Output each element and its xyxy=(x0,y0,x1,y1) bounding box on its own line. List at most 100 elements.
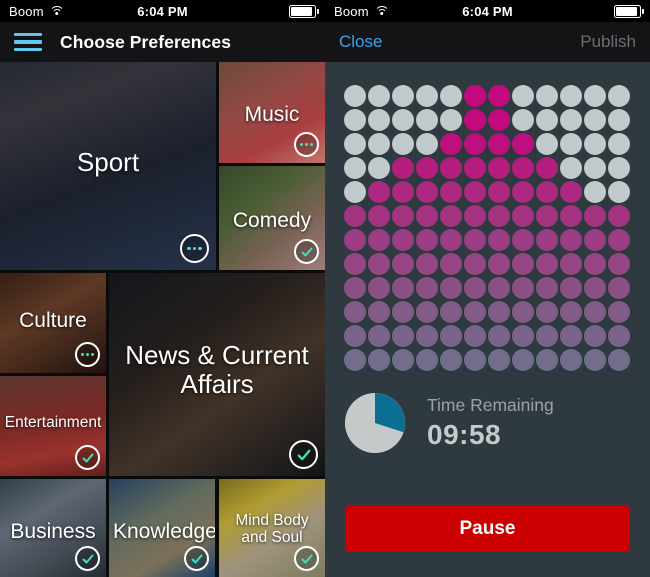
vote-dot[interactable] xyxy=(511,132,535,156)
vote-dot[interactable] xyxy=(583,252,607,276)
vote-dot[interactable] xyxy=(487,348,511,372)
vote-dot[interactable] xyxy=(511,156,535,180)
vote-dot[interactable] xyxy=(439,84,463,108)
vote-dot[interactable] xyxy=(367,108,391,132)
vote-dot[interactable] xyxy=(487,132,511,156)
vote-dot[interactable] xyxy=(535,324,559,348)
vote-dot[interactable] xyxy=(367,156,391,180)
vote-dot[interactable] xyxy=(511,252,535,276)
vote-dot[interactable] xyxy=(511,84,535,108)
vote-dot[interactable] xyxy=(463,276,487,300)
vote-dot[interactable] xyxy=(583,180,607,204)
vote-dot[interactable] xyxy=(559,204,583,228)
vote-dot[interactable] xyxy=(367,204,391,228)
vote-dot[interactable] xyxy=(559,276,583,300)
vote-dot[interactable] xyxy=(343,204,367,228)
vote-dot[interactable] xyxy=(415,252,439,276)
vote-dot[interactable] xyxy=(607,132,631,156)
vote-dot[interactable] xyxy=(415,156,439,180)
vote-dot[interactable] xyxy=(391,228,415,252)
hamburger-menu-icon[interactable] xyxy=(14,31,42,53)
vote-dot[interactable] xyxy=(439,132,463,156)
vote-dot[interactable] xyxy=(607,108,631,132)
vote-dot[interactable] xyxy=(463,252,487,276)
vote-dot[interactable] xyxy=(487,324,511,348)
vote-dot[interactable] xyxy=(415,300,439,324)
vote-dot[interactable] xyxy=(607,324,631,348)
vote-dot[interactable] xyxy=(343,348,367,372)
vote-dot[interactable] xyxy=(367,300,391,324)
vote-dot[interactable] xyxy=(535,228,559,252)
vote-dot[interactable] xyxy=(463,300,487,324)
vote-dot[interactable] xyxy=(463,84,487,108)
vote-dot[interactable] xyxy=(607,252,631,276)
vote-dot-grid[interactable] xyxy=(343,84,631,372)
vote-dot[interactable] xyxy=(391,204,415,228)
vote-dot[interactable] xyxy=(487,252,511,276)
preference-tile-business[interactable]: Business xyxy=(0,479,106,577)
vote-dot[interactable] xyxy=(559,84,583,108)
vote-dot[interactable] xyxy=(391,276,415,300)
vote-dot[interactable] xyxy=(559,156,583,180)
vote-dot[interactable] xyxy=(463,348,487,372)
ellipsis-badge-icon-music[interactable] xyxy=(294,132,319,157)
pause-button[interactable]: Pause xyxy=(345,505,630,552)
vote-dot[interactable] xyxy=(343,324,367,348)
vote-dot[interactable] xyxy=(535,156,559,180)
vote-dot[interactable] xyxy=(415,276,439,300)
vote-dot[interactable] xyxy=(463,156,487,180)
check-badge-icon-entertainment[interactable] xyxy=(75,445,100,470)
vote-dot[interactable] xyxy=(439,300,463,324)
vote-dot[interactable] xyxy=(607,276,631,300)
vote-dot[interactable] xyxy=(415,84,439,108)
vote-dot[interactable] xyxy=(535,180,559,204)
vote-dot[interactable] xyxy=(535,84,559,108)
vote-dot[interactable] xyxy=(343,228,367,252)
vote-dot[interactable] xyxy=(535,108,559,132)
vote-dot[interactable] xyxy=(463,204,487,228)
vote-dot[interactable] xyxy=(367,84,391,108)
vote-dot[interactable] xyxy=(583,300,607,324)
vote-dot[interactable] xyxy=(367,324,391,348)
vote-dot[interactable] xyxy=(583,108,607,132)
vote-dot[interactable] xyxy=(439,252,463,276)
ellipsis-badge-icon-culture[interactable] xyxy=(75,342,100,367)
vote-dot[interactable] xyxy=(511,300,535,324)
vote-dot[interactable] xyxy=(487,84,511,108)
vote-dot[interactable] xyxy=(439,276,463,300)
vote-dot[interactable] xyxy=(607,180,631,204)
vote-dot[interactable] xyxy=(511,204,535,228)
check-badge-icon-mindbody[interactable] xyxy=(294,546,319,571)
vote-dot[interactable] xyxy=(367,252,391,276)
vote-dot[interactable] xyxy=(559,252,583,276)
vote-dot[interactable] xyxy=(463,180,487,204)
vote-dot[interactable] xyxy=(535,348,559,372)
vote-dot[interactable] xyxy=(607,156,631,180)
vote-dot[interactable] xyxy=(511,108,535,132)
preference-tile-sport[interactable]: Sport xyxy=(0,62,216,270)
vote-dot[interactable] xyxy=(415,108,439,132)
vote-dot[interactable] xyxy=(607,84,631,108)
vote-dot[interactable] xyxy=(367,348,391,372)
preference-tile-news[interactable]: News & Current Affairs xyxy=(109,273,325,476)
vote-dot[interactable] xyxy=(343,180,367,204)
vote-dot[interactable] xyxy=(415,132,439,156)
preference-tile-mindbody[interactable]: Mind Body and Soul xyxy=(219,479,325,577)
vote-dot[interactable] xyxy=(535,300,559,324)
vote-dot[interactable] xyxy=(583,84,607,108)
vote-dot[interactable] xyxy=(415,228,439,252)
vote-dot[interactable] xyxy=(511,348,535,372)
vote-dot[interactable] xyxy=(391,252,415,276)
vote-dot[interactable] xyxy=(391,300,415,324)
vote-dot[interactable] xyxy=(439,180,463,204)
vote-dot[interactable] xyxy=(463,324,487,348)
vote-dot[interactable] xyxy=(343,252,367,276)
vote-dot[interactable] xyxy=(439,348,463,372)
vote-dot[interactable] xyxy=(511,324,535,348)
vote-dot[interactable] xyxy=(607,204,631,228)
vote-dot[interactable] xyxy=(391,324,415,348)
vote-dot[interactable] xyxy=(607,228,631,252)
vote-dot[interactable] xyxy=(415,204,439,228)
vote-dot[interactable] xyxy=(559,348,583,372)
preference-tile-knowledge[interactable]: Knowledge xyxy=(109,479,215,577)
